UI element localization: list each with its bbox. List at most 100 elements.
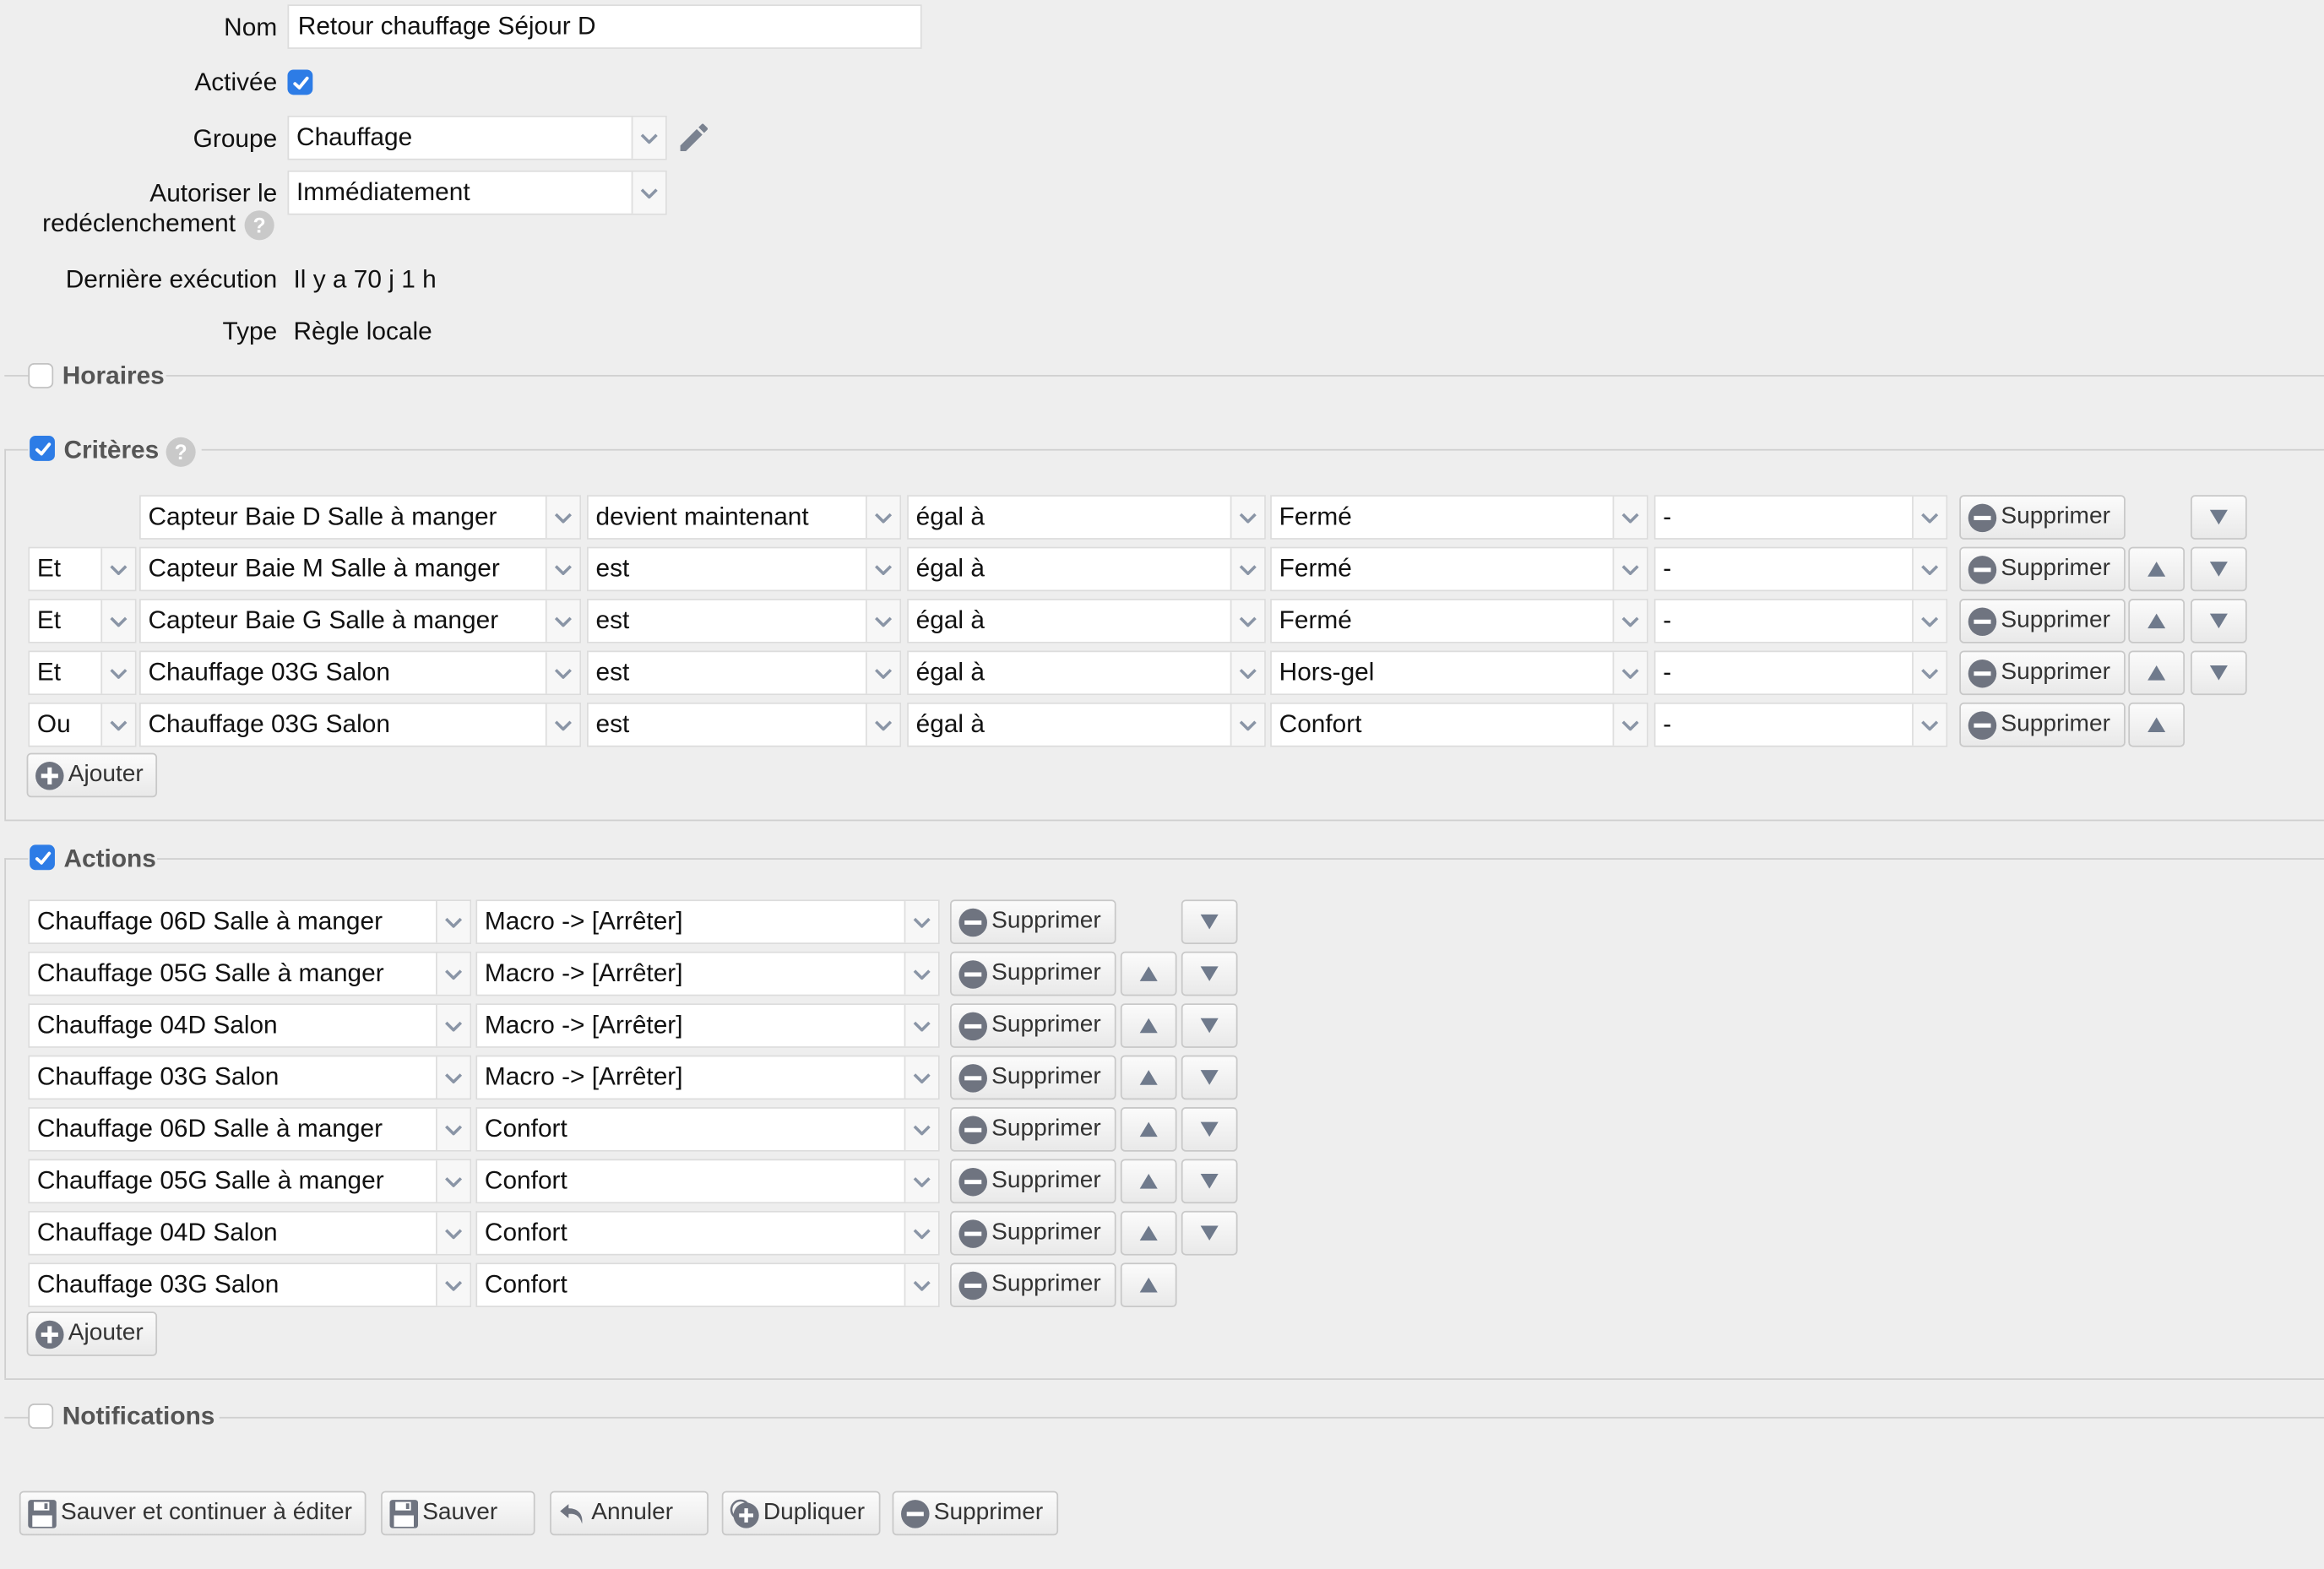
action-device-select[interactable]: Chauffage 04D Salon xyxy=(28,1003,472,1048)
action-command-select[interactable]: Confort xyxy=(475,1210,940,1256)
criterion-device-select[interactable]: Chauffage 03G Salon xyxy=(138,702,581,747)
criterion-delete-button[interactable]: Supprimer xyxy=(1959,495,2126,540)
criterion-device-select[interactable]: Capteur Baie D Salle à manger xyxy=(138,495,581,540)
retrigger-select[interactable]: Immédiatement xyxy=(287,170,667,215)
action-command-select[interactable]: Confort xyxy=(475,1159,940,1204)
criterion-device-select[interactable]: Capteur Baie G Salle à manger xyxy=(138,599,581,643)
active-checkbox[interactable] xyxy=(287,69,313,95)
move-down-button[interactable] xyxy=(2191,546,2247,592)
move-up-button[interactable] xyxy=(2128,650,2186,696)
action-command-select-value: Confort xyxy=(484,1166,567,1195)
move-up-button[interactable] xyxy=(2128,599,2186,643)
criterion-operator-select[interactable]: égal à xyxy=(907,495,1266,540)
cancel-button[interactable]: Annuler xyxy=(550,1490,709,1536)
add-criterion-button[interactable]: Ajouter xyxy=(26,752,158,798)
move-down-button[interactable] xyxy=(1181,1055,1238,1100)
criterion-operator-select[interactable]: égal à xyxy=(907,702,1266,747)
action-delete-button[interactable]: Supprimer xyxy=(950,1003,1116,1048)
criterion-conjunction-select[interactable]: Ou xyxy=(28,702,137,747)
criterion-device-select[interactable]: Capteur Baie M Salle à manger xyxy=(138,546,581,592)
move-down-button[interactable] xyxy=(1181,951,1238,996)
criterion-extra-select[interactable]: - xyxy=(1653,599,1948,643)
criterion-extra-select[interactable]: - xyxy=(1653,546,1948,592)
criterion-operator-select[interactable]: égal à xyxy=(907,546,1266,592)
action-device-select[interactable]: Chauffage 03G Salon xyxy=(28,1262,472,1307)
action-delete-button[interactable]: Supprimer xyxy=(950,1159,1116,1204)
move-down-button[interactable] xyxy=(1181,1159,1238,1204)
move-up-button[interactable] xyxy=(2128,546,2186,592)
duplicate-button[interactable]: Dupliquer xyxy=(721,1490,881,1536)
criterion-operator-select[interactable]: égal à xyxy=(907,599,1266,643)
move-up-button[interactable] xyxy=(1120,1210,1177,1256)
action-command-select[interactable]: Confort xyxy=(475,1107,940,1152)
move-up-button[interactable] xyxy=(2128,702,2186,747)
action-delete-button[interactable]: Supprimer xyxy=(950,951,1116,996)
add-action-button[interactable]: Ajouter xyxy=(26,1311,158,1356)
criteres-checkbox[interactable] xyxy=(30,435,55,461)
action-command-select[interactable]: Confort xyxy=(475,1262,940,1307)
move-down-button[interactable] xyxy=(2191,495,2247,540)
move-down-button[interactable] xyxy=(1181,899,1238,944)
criterion-conjunction-select[interactable]: Et xyxy=(28,599,137,643)
move-up-button[interactable] xyxy=(1120,1159,1177,1204)
action-device-select[interactable]: Chauffage 03G Salon xyxy=(28,1055,472,1100)
action-command-select[interactable]: Macro -> [Arrêter] xyxy=(475,951,940,996)
criterion-conjunction-select[interactable]: Et xyxy=(28,546,137,592)
criterion-event-select[interactable]: devient maintenant xyxy=(587,495,902,540)
notifications-checkbox[interactable] xyxy=(28,1403,54,1429)
move-up-button[interactable] xyxy=(1120,951,1177,996)
move-down-button[interactable] xyxy=(2191,599,2247,643)
criterion-extra-select[interactable]: - xyxy=(1653,495,1948,540)
group-select[interactable]: Chauffage xyxy=(287,115,667,160)
move-up-button[interactable] xyxy=(1120,1262,1177,1307)
horaires-checkbox[interactable] xyxy=(28,362,54,388)
criterion-value-select[interactable]: Hors-gel xyxy=(1270,650,1648,696)
action-delete-button[interactable]: Supprimer xyxy=(950,899,1116,944)
criterion-operator-select[interactable]: égal à xyxy=(907,650,1266,696)
criterion-event-select[interactable]: est xyxy=(587,702,902,747)
criterion-value-select[interactable]: Confort xyxy=(1270,702,1648,747)
save-button[interactable]: Sauver xyxy=(381,1490,535,1536)
action-device-select[interactable]: Chauffage 04D Salon xyxy=(28,1210,472,1256)
action-delete-button[interactable]: Supprimer xyxy=(950,1107,1116,1152)
criterion-value-select[interactable]: Fermé xyxy=(1270,495,1648,540)
action-delete-button[interactable]: Supprimer xyxy=(950,1262,1116,1307)
move-down-button[interactable] xyxy=(1181,1107,1238,1152)
save-continue-button[interactable]: Sauver et continuer à éditer xyxy=(19,1490,367,1536)
name-input[interactable]: Retour chauffage Séjour D xyxy=(287,4,922,49)
help-icon[interactable]: ? xyxy=(166,437,196,467)
action-command-select[interactable]: Macro -> [Arrêter] xyxy=(475,899,940,944)
help-icon[interactable]: ? xyxy=(244,210,274,241)
action-device-select[interactable]: Chauffage 06D Salle à manger xyxy=(28,1107,472,1152)
criterion-event-select[interactable]: est xyxy=(587,650,902,696)
criterion-extra-select[interactable]: - xyxy=(1653,702,1948,747)
actions-checkbox[interactable] xyxy=(30,844,55,871)
criterion-device-select[interactable]: Chauffage 03G Salon xyxy=(138,650,581,696)
pencil-icon[interactable] xyxy=(676,120,711,155)
action-delete-button[interactable]: Supprimer xyxy=(950,1210,1116,1256)
move-down-button[interactable] xyxy=(1181,1003,1238,1048)
move-down-button[interactable] xyxy=(2191,650,2247,696)
criterion-conjunction-select[interactable]: Et xyxy=(28,650,137,696)
action-delete-button[interactable]: Supprimer xyxy=(950,1055,1116,1100)
notifications-section-title: Notifications xyxy=(62,1402,215,1431)
action-device-select[interactable]: Chauffage 06D Salle à manger xyxy=(28,899,472,944)
criterion-delete-button[interactable]: Supprimer xyxy=(1959,650,2126,696)
action-command-select[interactable]: Macro -> [Arrêter] xyxy=(475,1003,940,1048)
criterion-event-select[interactable]: est xyxy=(587,599,902,643)
move-up-button[interactable] xyxy=(1120,1055,1177,1100)
delete-rule-button[interactable]: Supprimer xyxy=(892,1490,1059,1536)
move-up-button[interactable] xyxy=(1120,1107,1177,1152)
criterion-event-select[interactable]: est xyxy=(587,546,902,592)
action-device-select[interactable]: Chauffage 05G Salle à manger xyxy=(28,1159,472,1204)
criterion-value-select[interactable]: Fermé xyxy=(1270,599,1648,643)
action-device-select[interactable]: Chauffage 05G Salle à manger xyxy=(28,951,472,996)
criterion-delete-button[interactable]: Supprimer xyxy=(1959,702,2126,747)
criterion-value-select[interactable]: Fermé xyxy=(1270,546,1648,592)
criterion-delete-button[interactable]: Supprimer xyxy=(1959,599,2126,643)
criterion-extra-select[interactable]: - xyxy=(1653,650,1948,696)
move-up-button[interactable] xyxy=(1120,1003,1177,1048)
criterion-delete-button[interactable]: Supprimer xyxy=(1959,546,2126,592)
move-down-button[interactable] xyxy=(1181,1210,1238,1256)
action-command-select[interactable]: Macro -> [Arrêter] xyxy=(475,1055,940,1100)
